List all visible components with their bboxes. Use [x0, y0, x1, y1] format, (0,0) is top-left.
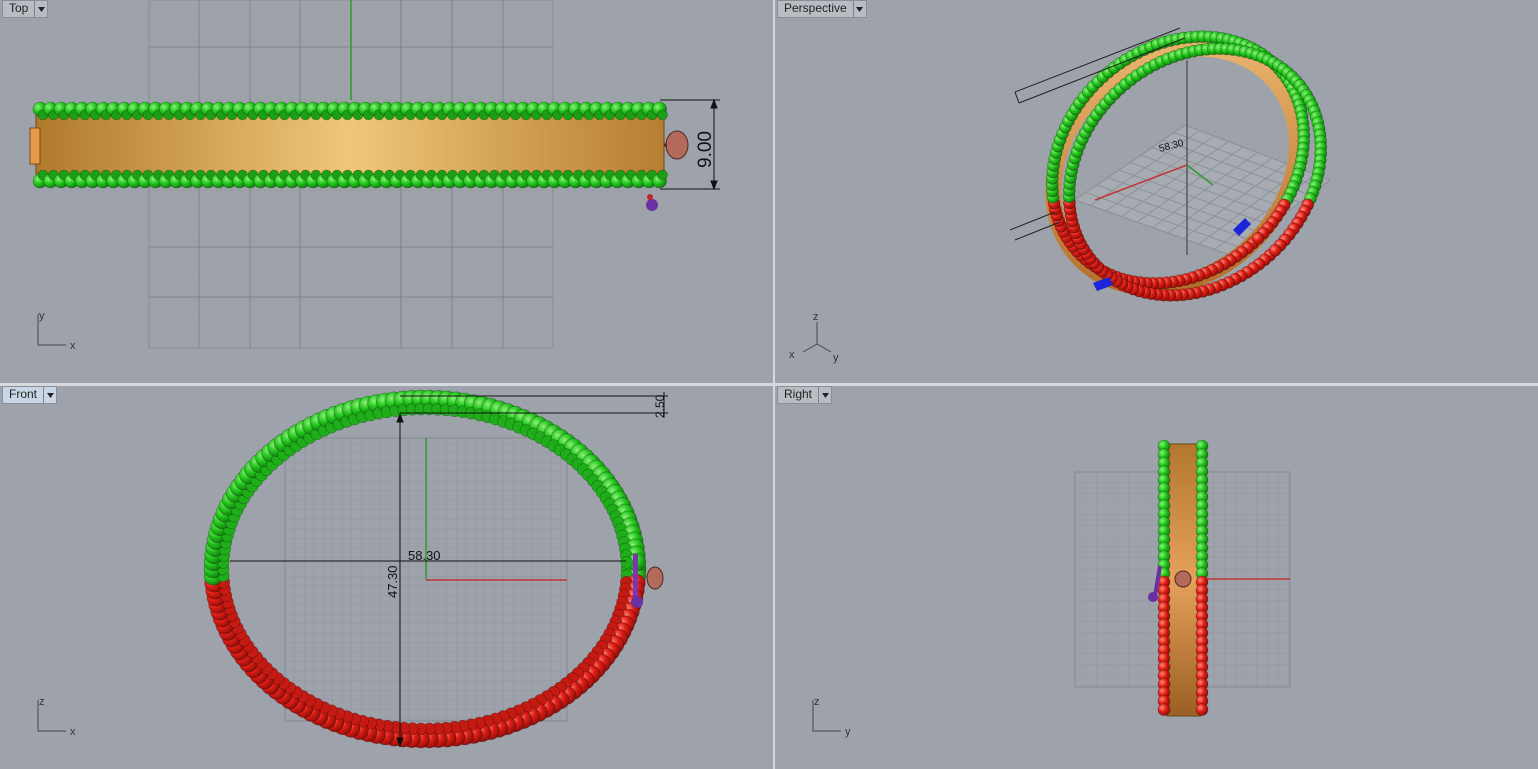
bead — [1157, 703, 1171, 716]
top-view-canvas[interactable]: 9.00 — [0, 0, 773, 383]
axis-label-x: x — [70, 340, 76, 352]
clasp-assembly[interactable] — [631, 554, 664, 608]
clasp-knob[interactable] — [1174, 570, 1192, 588]
axis-label-x: x — [70, 726, 76, 738]
clasp-hinge-dot — [647, 194, 653, 200]
perspective-view-canvas[interactable]: 58.30 — [775, 0, 1538, 383]
viewport-top[interactable]: 9.00 Top y x — [0, 0, 773, 383]
bead-row-lower[interactable] — [32, 169, 668, 189]
chevron-down-icon[interactable] — [43, 387, 56, 403]
bead — [1268, 244, 1282, 257]
viewport-front[interactable]: 58.30 47.30 2.50 Front z x — [0, 386, 773, 769]
viewport-title-perspective: Perspective — [784, 1, 847, 15]
clasp-hinge-ball — [1148, 592, 1158, 602]
bead-row-upper[interactable] — [32, 101, 668, 121]
axis-label-y: y — [845, 726, 851, 738]
axis-label-x: x — [789, 349, 795, 361]
axis-label-z: z — [814, 696, 820, 708]
dimension-gap-value: 2.50 — [653, 394, 667, 418]
viewport-title-top: Top — [9, 1, 29, 15]
front-view-canvas[interactable]: 58.30 47.30 2.50 — [0, 386, 773, 769]
axis-gizmo-icon: z x — [37, 696, 76, 738]
axis-label-z: z — [39, 696, 45, 708]
viewport-title-front: Front — [9, 387, 38, 401]
axis-label-y: y — [39, 310, 45, 322]
viewport-tab-top[interactable]: Top — [2, 0, 49, 18]
bangle-band[interactable] — [35, 111, 665, 179]
dimension-height-value: 9.00 — [695, 131, 716, 168]
clasp-knob[interactable] — [665, 130, 689, 160]
viewport-perspective[interactable]: 58.30 Perspective z x y — [775, 0, 1538, 383]
dimension-height-value: 47.30 — [385, 565, 400, 598]
axis-gizmo-icon: z x y — [789, 311, 839, 364]
clasp-hinge[interactable] — [646, 199, 658, 211]
band-end-left — [29, 127, 41, 165]
viewport-title-right: Right — [784, 387, 813, 401]
bead — [1251, 232, 1265, 245]
bead — [620, 555, 634, 569]
chevron-down-icon[interactable] — [852, 1, 866, 17]
viewport-tab-right[interactable]: Right — [777, 386, 833, 404]
right-view-canvas[interactable] — [775, 386, 1538, 769]
axis-gizmo-icon: y x — [37, 310, 76, 352]
viewport-tab-front[interactable]: Front — [2, 386, 58, 404]
axis-gizmo-icon: z y — [812, 696, 851, 738]
bead — [1195, 703, 1209, 716]
viewport-right[interactable]: Right z y — [775, 386, 1538, 769]
chevron-down-icon[interactable] — [818, 387, 831, 403]
chevron-down-icon[interactable] — [34, 1, 47, 17]
bead — [657, 109, 668, 121]
bead — [657, 169, 668, 181]
dimension-width-value: 58.30 — [408, 548, 441, 563]
axis-label-z: z — [813, 311, 819, 323]
viewport-tab-perspective[interactable]: Perspective — [777, 0, 867, 18]
axis-label-y: y — [833, 352, 839, 364]
